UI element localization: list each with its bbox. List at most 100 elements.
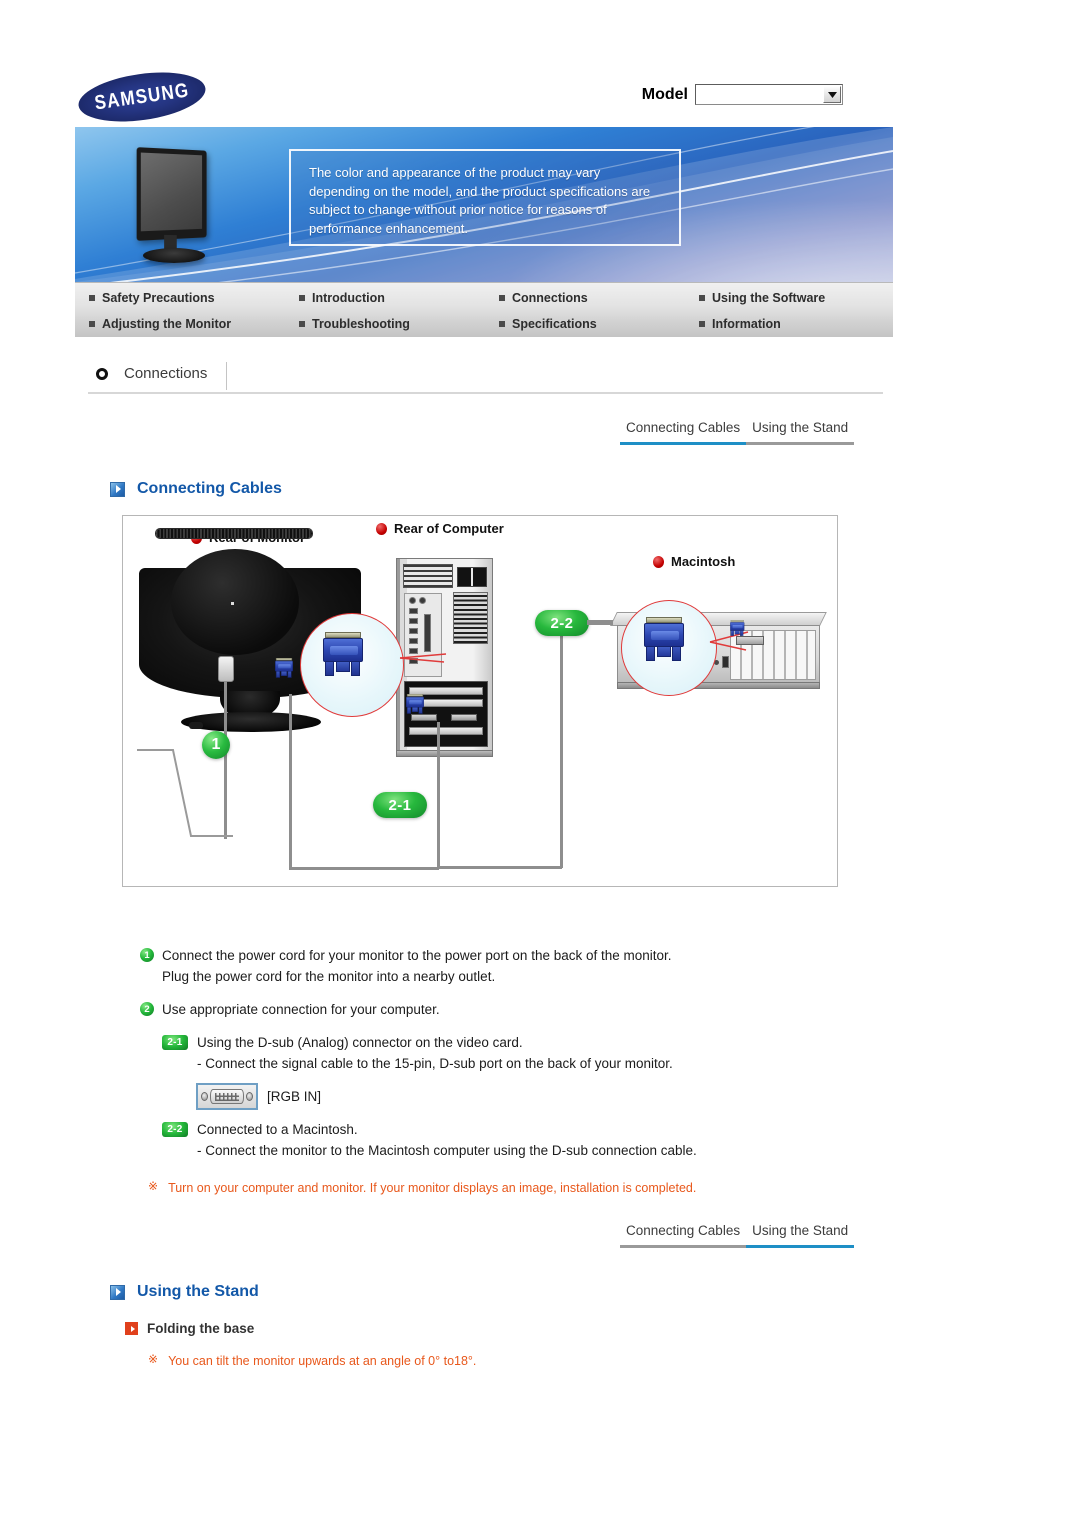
- banner-monitor-illustration: [136, 147, 217, 267]
- section-title: Connections: [124, 365, 208, 382]
- step-badge-2-2: 2-2: [162, 1122, 188, 1137]
- step-2-2-line-2: - Connect the monitor to the Macintosh c…: [197, 1143, 697, 1158]
- arrow-right-icon: [110, 1284, 125, 1300]
- bullet-square-icon: [699, 295, 705, 301]
- instruction-step-1: 1 Connect the power cord for your monito…: [140, 945, 900, 987]
- tab-using-the-stand-bottom[interactable]: Using the Stand: [746, 1223, 855, 1248]
- tab-using-the-stand-top[interactable]: Using the Stand: [746, 420, 855, 445]
- step-badge-2: 2: [140, 1002, 154, 1016]
- diagram-label-text: Macintosh: [671, 554, 736, 569]
- nav-item-using-the-software[interactable]: Using the Software: [699, 285, 907, 311]
- tab-connecting-cables-top[interactable]: Connecting Cables: [620, 420, 747, 445]
- nav-label: Specifications: [512, 317, 597, 331]
- model-selector[interactable]: Model: [642, 84, 843, 105]
- model-dropdown[interactable]: [695, 84, 843, 105]
- product-notice-text: The color and appearance of the product …: [309, 165, 651, 236]
- bullet-square-icon: [89, 321, 95, 327]
- tab-underline: [620, 1245, 747, 1248]
- step-2-2-text: Connected to a Macintosh. - Connect the …: [197, 1119, 697, 1161]
- nav-label: Using the Software: [712, 291, 826, 305]
- samsung-logo: SAMSUNG: [75, 65, 209, 129]
- section-header: Connections: [88, 360, 883, 394]
- hero-banner: The color and appearance of the product …: [75, 127, 893, 282]
- vga-plug-monitor: [275, 658, 293, 679]
- heading-using-the-stand: Using the Stand: [110, 1283, 259, 1301]
- arrow-right-icon: [110, 481, 125, 497]
- installation-note: ※ Turn on your computer and monitor. If …: [148, 1179, 900, 1197]
- heading-label: Connecting Cables: [137, 480, 282, 497]
- nav-label: Introduction: [312, 291, 385, 305]
- step-badge-2-1: 2-1: [162, 1035, 188, 1050]
- heading-label: Using the Stand: [137, 1283, 259, 1300]
- heading-connecting-cables: Connecting Cables: [110, 480, 282, 498]
- tab-underline: [746, 442, 855, 445]
- note-mark-icon: ※: [148, 1352, 159, 1366]
- signal-cable-monitor: [289, 694, 292, 868]
- samsung-logo-text: SAMSUNG: [93, 78, 191, 115]
- callout-macintosh-dsub: [621, 600, 717, 696]
- installation-note-text: Turn on your computer and monitor. If yo…: [168, 1181, 697, 1195]
- rgb-in-label: [RGB IN]: [267, 1089, 322, 1104]
- red-dot-icon: [376, 522, 387, 535]
- subheading-folding-the-base: Folding the base: [125, 1321, 254, 1336]
- nav-item-information[interactable]: Information: [699, 311, 907, 337]
- signal-cable-pc: [437, 722, 440, 869]
- power-plug-icon: [218, 656, 234, 682]
- product-notice-box: The color and appearance of the product …: [289, 149, 681, 246]
- step-2-2-line-1: Connected to a Macintosh.: [197, 1122, 358, 1137]
- nav-label: Troubleshooting: [312, 317, 410, 331]
- instruction-step-2-1: 2-1 Using the D-sub (Analog) connector o…: [162, 1032, 900, 1074]
- diagram-label-rear-of-computer: Rear of Computer: [376, 521, 504, 536]
- stand-tilt-note: ※ You can tilt the monitor upwards at an…: [148, 1352, 476, 1370]
- instruction-step-2: 2 Use appropriate connection for your co…: [140, 999, 900, 1020]
- instructions-list: 1 Connect the power cord for your monito…: [140, 945, 900, 1197]
- arrow-right-icon: [125, 1322, 138, 1335]
- subheading-label: Folding the base: [147, 1321, 255, 1336]
- model-dropdown-value: [696, 85, 822, 104]
- vga-connector-icon: [644, 617, 684, 663]
- bullet-square-icon: [299, 321, 305, 327]
- diagram-badge-2-1: 2-1: [373, 792, 427, 818]
- page-root: SAMSUNG Model The color and appearance o…: [0, 0, 1080, 1528]
- badge-2-2-connector-line: [587, 620, 613, 625]
- chevron-down-icon[interactable]: [823, 86, 841, 103]
- wall-outlet-illustration: [137, 749, 233, 837]
- nav-label: Safety Precautions: [102, 291, 215, 305]
- step-1-line-1: Connect the power cord for your monitor …: [162, 948, 672, 963]
- bullet-square-icon: [299, 295, 305, 301]
- rgb-in-row: [RGB IN]: [196, 1083, 900, 1110]
- nav-item-connections[interactable]: Connections: [499, 285, 699, 311]
- tab-label: Connecting Cables: [626, 420, 741, 435]
- nav-item-specifications[interactable]: Specifications: [499, 311, 699, 337]
- page-header: SAMSUNG Model: [75, 65, 893, 129]
- step-2-1-text: Using the D-sub (Analog) connector on th…: [197, 1032, 673, 1074]
- step-1-text: Connect the power cord for your monitor …: [162, 945, 672, 987]
- bullet-square-icon: [89, 295, 95, 301]
- step-2-1-line-1: Using the D-sub (Analog) connector on th…: [197, 1035, 523, 1050]
- tab-connecting-cables-bottom[interactable]: Connecting Cables: [620, 1223, 747, 1248]
- instruction-step-2-2: 2-2 Connected to a Macintosh. - Connect …: [162, 1119, 900, 1161]
- step-2-1-line-2: - Connect the signal cable to the 15-pin…: [197, 1056, 673, 1071]
- tab-label: Using the Stand: [752, 1223, 849, 1238]
- bullet-square-icon: [699, 321, 705, 327]
- tabs-top: Connecting Cables Using the Stand: [620, 420, 855, 445]
- diagram-badge-2-2: 2-2: [535, 610, 589, 636]
- callout-pc-dsub: [300, 613, 404, 717]
- nav-item-adjusting-the-monitor[interactable]: Adjusting the Monitor: [89, 311, 299, 337]
- pc-tower-base: [396, 750, 493, 757]
- signal-cable-run: [289, 867, 439, 870]
- tab-label: Using the Stand: [752, 420, 849, 435]
- vga-plug-pc: [406, 694, 424, 715]
- nav-label: Information: [712, 317, 781, 331]
- nav-item-safety-precautions[interactable]: Safety Precautions: [89, 285, 299, 311]
- vga-connector-icon: [323, 632, 363, 678]
- nav-item-introduction[interactable]: Introduction: [299, 285, 499, 311]
- step-badge-1: 1: [140, 948, 154, 962]
- tab-label: Connecting Cables: [626, 1223, 741, 1238]
- callout-leader-line-pc: [399, 653, 447, 663]
- diagram-badge-1: 1: [202, 731, 230, 759]
- tab-underline: [620, 442, 747, 445]
- nav-item-troubleshooting[interactable]: Troubleshooting: [299, 311, 499, 337]
- diagram-label-text: Rear of Computer: [394, 521, 504, 536]
- step-1-line-2: Plug the power cord for the monitor into…: [162, 969, 496, 984]
